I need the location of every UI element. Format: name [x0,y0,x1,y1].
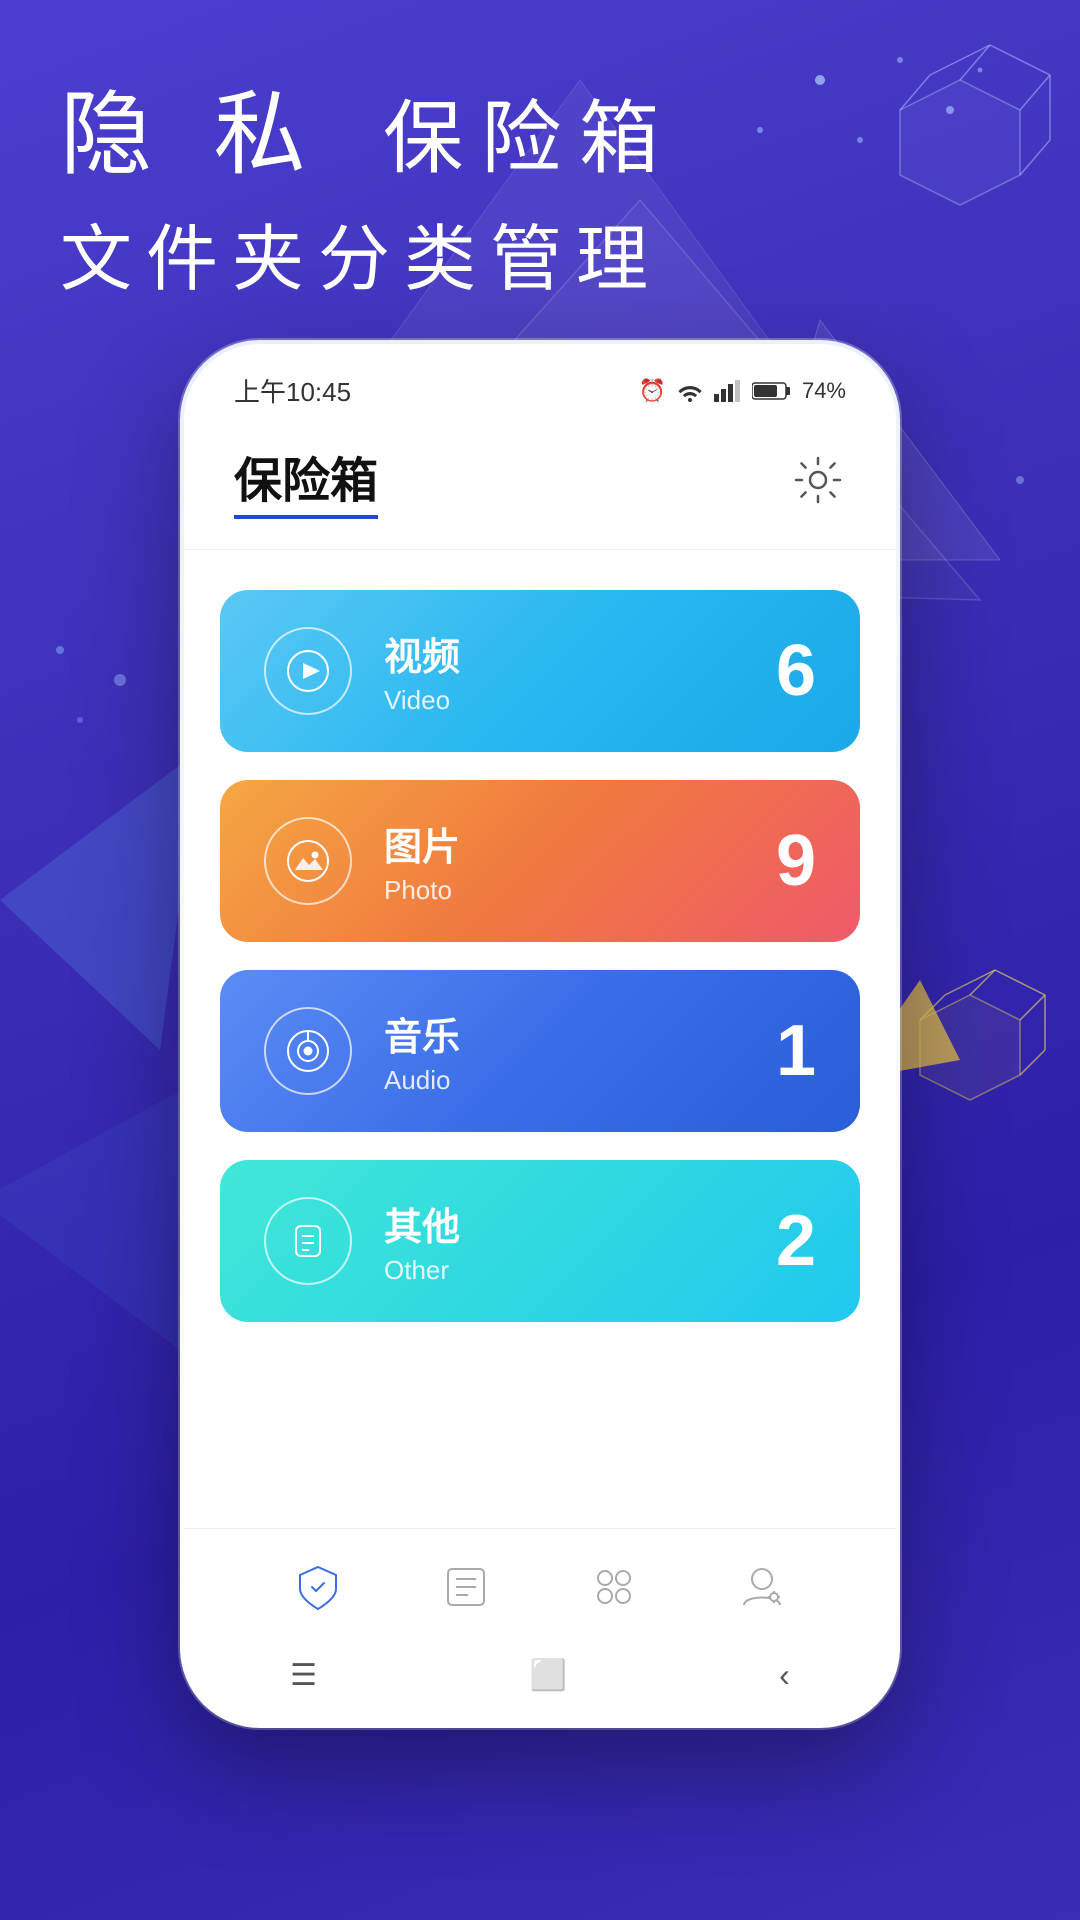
battery-percentage: 74% [802,378,846,404]
content-area: 视频 Video 6 图片 [184,550,896,1528]
photo-label-zh: 图片 [384,816,776,871]
audio-label-zh: 音乐 [384,1006,776,1061]
headline-row2: 文件夹分类管理 [60,200,677,305]
status-time: 上午10:45 [234,372,351,409]
headline-part1: 隐 私 [60,84,324,186]
sys-home-button[interactable]: ⬜ [529,1661,566,1691]
status-icons: ⏰ [639,378,846,404]
audio-label-en: Audio [384,1065,776,1096]
battery-icon [752,380,792,402]
sys-back-button[interactable]: ‹ [779,1657,790,1694]
app-title: 保险箱 [234,441,378,519]
video-labels: 视频 Video [384,626,776,716]
other-icon-circle [264,1197,352,1285]
settings-button[interactable] [790,452,846,508]
nav-list[interactable] [426,1557,506,1617]
video-label-zh: 视频 [384,626,776,681]
audio-count: 1 [776,1010,816,1092]
headline-row1: 隐 私 保险箱 [60,80,677,190]
audio-card[interactable]: 音乐 Audio 1 [220,970,860,1132]
video-count: 6 [776,630,816,712]
phone-frame: 上午10:45 ⏰ [180,340,900,1728]
other-labels: 其他 Other [384,1196,776,1286]
other-label-zh: 其他 [384,1196,776,1251]
audio-icon-circle [264,1007,352,1095]
audio-labels: 音乐 Audio [384,1006,776,1096]
other-card[interactable]: 其他 Other 2 [220,1160,860,1322]
other-count: 2 [776,1200,816,1282]
video-label-en: Video [384,685,776,716]
photo-labels: 图片 Photo [384,816,776,906]
header-section: 隐 私 保险箱 文件夹分类管理 [60,80,677,305]
phone-mockup: 上午10:45 ⏰ [180,340,900,1728]
nav-profile[interactable] [722,1557,802,1617]
content-spacer [220,1350,860,1488]
video-icon-circle [264,627,352,715]
headline-part2: 保险箱 [383,94,677,183]
sys-menu-button[interactable]: ☰ [290,1658,317,1693]
alarm-icon: ⏰ [639,378,666,404]
nav-safe[interactable] [278,1557,358,1617]
photo-card[interactable]: 图片 Photo 9 [220,780,860,942]
status-bar: 上午10:45 ⏰ [184,344,896,421]
photo-icon-circle [264,817,352,905]
signal-icon [714,380,742,402]
wifi-icon [676,380,704,402]
app-header: 保险箱 [184,421,896,550]
phone-screen: 上午10:45 ⏰ [184,344,896,1724]
photo-count: 9 [776,820,816,902]
photo-label-en: Photo [384,875,776,906]
nav-apps[interactable] [574,1557,654,1617]
other-label-en: Other [384,1255,776,1286]
system-nav: ☰ ⬜ ‹ [184,1637,896,1724]
video-card[interactable]: 视频 Video 6 [220,590,860,752]
bottom-nav [184,1528,896,1637]
